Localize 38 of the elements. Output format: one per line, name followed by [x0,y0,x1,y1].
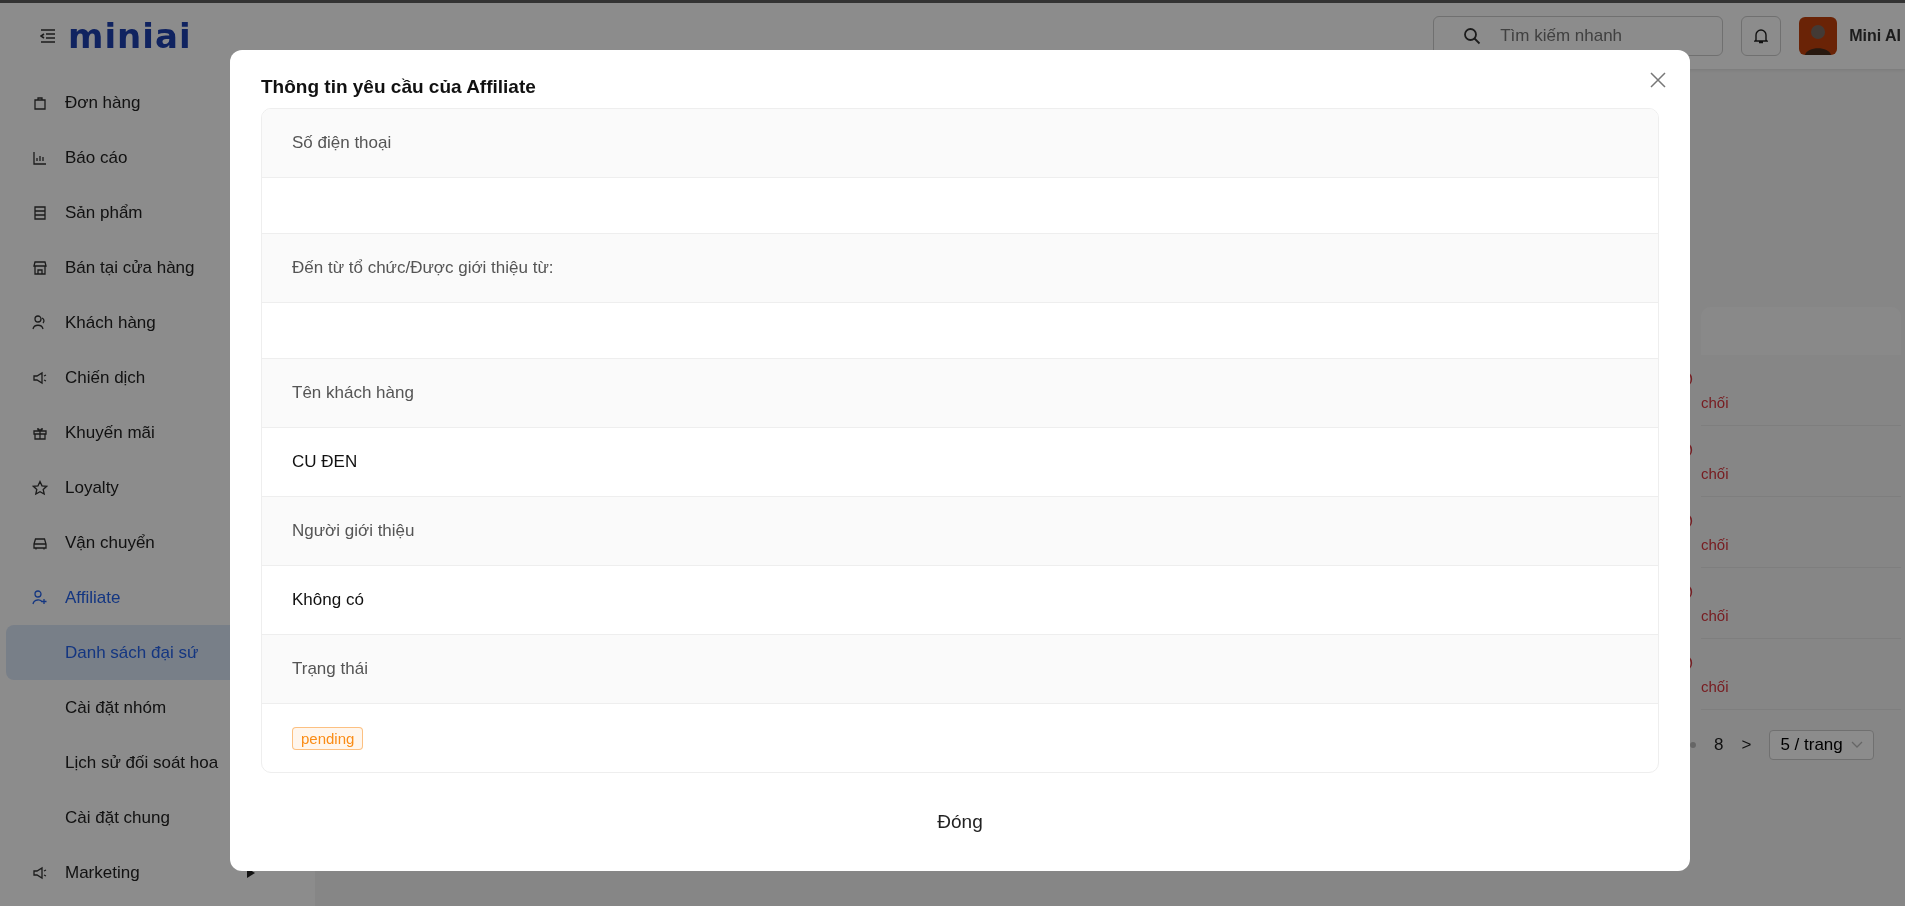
status-text: chối [1701,606,1730,624]
megaphone-icon [32,864,48,881]
next-page-button[interactable]: > [1741,735,1752,755]
status-text: chối [1701,464,1730,482]
close-button[interactable]: Đóng [921,803,999,841]
sidebar-item[interactable]: Khách hàng [0,295,315,350]
logo[interactable]: miniai [68,16,192,56]
dialog-title: Thông tin yêu cầu của Affiliate [261,76,536,98]
close-icon[interactable] [1650,72,1666,88]
notification-button[interactable] [1741,16,1782,56]
menu-fold-icon[interactable] [40,29,56,43]
field-value: CU ĐEN [292,452,358,472]
status-text: chối [1701,535,1730,553]
sidebar-item[interactable]: Marketing [0,845,315,900]
bell-icon [1754,28,1769,44]
user-name[interactable]: Mini AI [1849,27,1905,45]
field-value: Không có [292,590,364,610]
search-icon [1463,27,1482,45]
status-text: chối [1701,677,1730,695]
sidebar-item[interactable]: Sản phẩm [0,185,315,240]
document-icon [32,204,48,221]
page-button[interactable]: 8 [1714,735,1724,755]
field-label: Người giới thiệu [292,521,415,541]
status-tag: pending [292,726,364,750]
store-icon [32,259,48,276]
bag-icon [32,94,48,111]
bar-chart-icon [32,149,48,166]
chevron-down-icon [1850,741,1863,749]
ellipsis-icon [1690,742,1696,748]
page-size-select[interactable]: 5 / trang [1769,730,1874,760]
status-text: chối [1701,393,1730,411]
star-icon [32,479,48,496]
users-icon [32,589,48,606]
field-label: Đến từ tổ chức/Được giới thiệu từ: [292,258,554,278]
avatar[interactable] [1799,17,1838,55]
field-label: Tên khách hàng [292,383,414,403]
megaphone-icon [32,369,48,386]
field-label: Số điện thoại [292,133,392,153]
